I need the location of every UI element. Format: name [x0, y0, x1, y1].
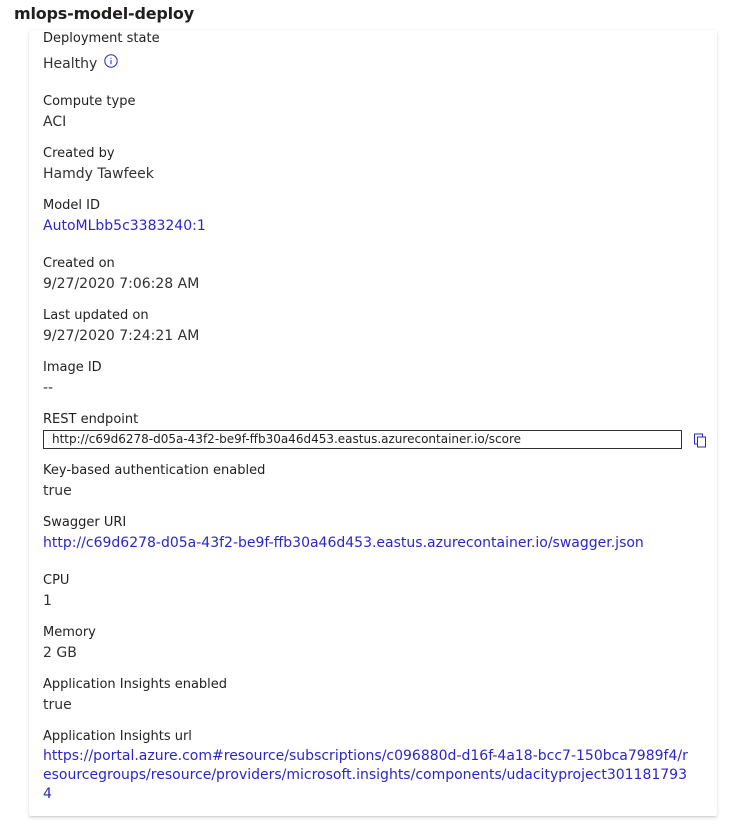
rest-endpoint-input[interactable]: http://c69d6278-d05a-43f2-be9f-ffb30a46d…	[43, 430, 682, 449]
app-insights-url-link[interactable]: https://portal.azure.com#resource/subscr…	[43, 747, 693, 804]
created-on-label: Created on	[43, 256, 115, 271]
info-icon[interactable]	[104, 54, 118, 68]
app-insights-enabled-field: Application Insights enabled true	[43, 676, 227, 715]
image-id-field: Image ID --	[43, 359, 102, 398]
rest-endpoint-row: http://c69d6278-d05a-43f2-be9f-ffb30a46d…	[43, 430, 708, 449]
app-insights-enabled-label: Application Insights enabled	[43, 677, 228, 692]
created-by-value: Hamdy Tawfeek	[43, 166, 154, 182]
app-insights-enabled-value: true	[43, 697, 72, 713]
memory-label: Memory	[43, 625, 96, 640]
created-on-value: 9/27/2020 7:06:28 AM	[43, 276, 200, 292]
model-id-label: Model ID	[43, 198, 101, 213]
model-id-link[interactable]: AutoMLbb5c3383240:1	[43, 216, 206, 236]
created-on-field: Created on 9/27/2020 7:06:28 AM	[43, 255, 199, 294]
key-auth-value: true	[43, 483, 72, 499]
created-by-field: Created by Hamdy Tawfeek	[43, 145, 154, 184]
last-updated-label: Last updated on	[43, 308, 149, 323]
rest-endpoint-field: REST endpoint http://c69d6278-d05a-43f2-…	[43, 411, 708, 449]
cpu-label: CPU	[43, 573, 70, 588]
key-auth-label: Key-based authentication enabled	[43, 463, 266, 478]
memory-field: Memory 2 GB	[43, 624, 96, 663]
page-title: mlops-model-deploy	[14, 4, 194, 23]
cpu-value: 1	[43, 593, 52, 609]
deployment-state-value-row: Healthy	[43, 54, 160, 74]
deployment-state-field: Deployment state Healthy	[43, 30, 160, 74]
deployment-state-value: Healthy	[43, 56, 98, 72]
app-insights-url-label: Application Insights url	[43, 729, 192, 744]
created-by-label: Created by	[43, 146, 115, 161]
compute-type-value: ACI	[43, 114, 67, 130]
image-id-value: --	[43, 380, 54, 396]
image-id-label: Image ID	[43, 360, 102, 375]
cpu-field: CPU 1	[43, 572, 69, 611]
last-updated-field: Last updated on 9/27/2020 7:24:21 AM	[43, 307, 199, 346]
model-id-field: Model ID AutoMLbb5c3383240:1	[43, 197, 206, 236]
memory-value: 2 GB	[43, 645, 77, 661]
last-updated-value: 9/27/2020 7:24:21 AM	[43, 328, 200, 344]
rest-endpoint-label: REST endpoint	[43, 412, 139, 427]
deployment-state-label: Deployment state	[43, 31, 160, 46]
compute-type-label: Compute type	[43, 94, 136, 109]
copy-icon[interactable]	[692, 432, 708, 448]
key-auth-field: Key-based authentication enabled true	[43, 462, 265, 501]
compute-type-field: Compute type ACI	[43, 93, 135, 132]
swagger-uri-field: Swagger URI http://c69d6278-d05a-43f2-be…	[43, 514, 644, 553]
swagger-uri-link[interactable]: http://c69d6278-d05a-43f2-be9f-ffb30a46d…	[43, 533, 644, 553]
app-insights-url-field: Application Insights url https://portal.…	[43, 728, 693, 804]
swagger-uri-label: Swagger URI	[43, 515, 127, 530]
